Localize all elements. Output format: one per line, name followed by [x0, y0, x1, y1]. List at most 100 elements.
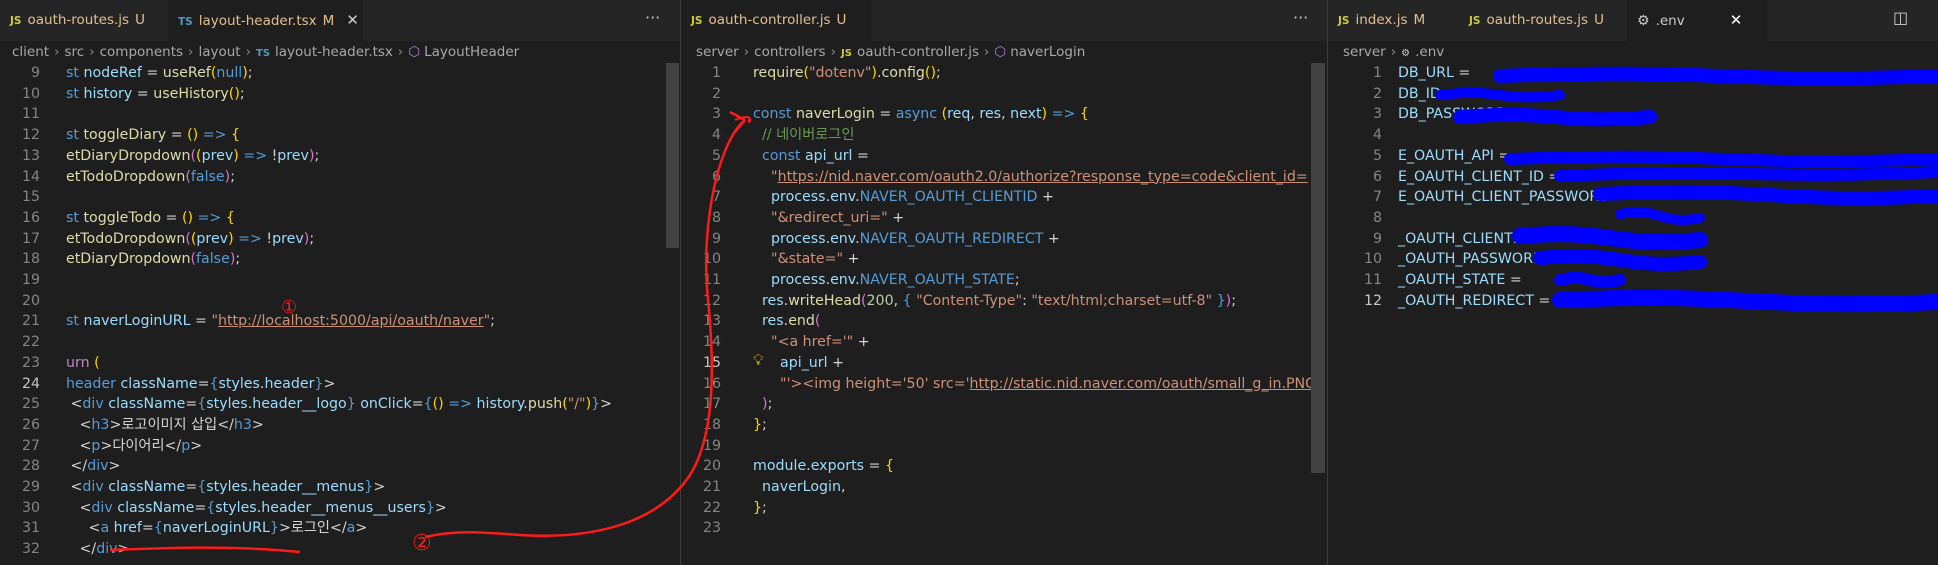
breadcrumb-item[interactable]: layout — [198, 44, 240, 60]
code-token: st — [66, 65, 84, 81]
breadcrumb-item[interactable]: oauth-controller.js — [857, 44, 979, 60]
code-token: } — [364, 479, 374, 495]
code-token: () — [924, 65, 936, 81]
breadcrumb-item[interactable]: naverLogin — [1010, 44, 1085, 60]
more-actions-icon[interactable]: ··· — [1293, 0, 1308, 41]
code-token: _OAUTH_STATE — [1398, 272, 1506, 288]
breadcrumb-item[interactable]: layout-header.tsx — [275, 44, 393, 60]
line-number: 5 — [711, 147, 721, 164]
tab-env[interactable]: ⚙ .env ✕ — [1627, 0, 1767, 41]
line-number: 15 — [702, 354, 721, 371]
code-token: header__menus__users — [261, 499, 426, 516]
line-number: 15 — [21, 189, 40, 206]
code-token: > — [117, 541, 130, 558]
lightbulb-icon[interactable]: 💡︎ — [753, 351, 764, 369]
tab-label: oauth-routes.js — [1486, 12, 1589, 28]
line-number: 16 — [21, 209, 40, 226]
line-number: 31 — [21, 520, 40, 537]
tab-index[interactable]: JS index.js M — [1328, 0, 1456, 41]
code-line: // 네이버로그인 — [753, 125, 854, 146]
breadcrumb-item[interactable]: LayoutHeader — [424, 44, 519, 60]
line-number: 23 — [21, 354, 40, 371]
split-editor-icon[interactable]: ◫ — [1893, 0, 1908, 41]
right-editor-group: JS index.js M JS oauth-routes.js U ⚙ .env ✕ ◫ … — [1328, 0, 1938, 565]
breadcrumb-item[interactable]: server — [696, 44, 739, 60]
scrollbar[interactable] — [1311, 63, 1325, 473]
more-actions-icon[interactable]: ··· — [645, 0, 660, 41]
code-token: => — [1047, 106, 1080, 123]
line-number: 18 — [702, 416, 721, 433]
code-line: E_OAUTH_API = — [1398, 146, 1515, 167]
code-token: = — [1543, 251, 1565, 268]
code-token: } — [753, 499, 763, 516]
line-number: 11 — [21, 106, 40, 123]
breadcrumb-item[interactable]: .env — [1415, 44, 1444, 60]
line-number: 20 — [702, 458, 721, 475]
breadcrumb-item[interactable]: controllers — [754, 44, 825, 60]
code-token: env — [830, 272, 856, 288]
code-line: _OAUTH_REDIRECT = — [1398, 291, 1555, 312]
code-token: } — [346, 396, 356, 413]
code-token: , — [840, 479, 846, 495]
tab-label: oauth-controller.js — [708, 12, 831, 28]
code-token: st — [66, 313, 84, 330]
code-token: nodeRef — [83, 65, 142, 81]
code-token: > — [108, 458, 121, 475]
code-token: ; — [309, 230, 315, 247]
line-number: 17 — [21, 230, 40, 247]
scrollbar[interactable] — [666, 63, 679, 248]
code-token: { — [423, 396, 433, 413]
code-token: 200 — [866, 292, 894, 309]
code-line: res.end( — [753, 311, 820, 332]
code-token: = — [141, 65, 163, 81]
breadcrumb-item[interactable]: server — [1343, 44, 1386, 60]
code-token: ; — [1014, 272, 1020, 288]
symbol-icon: ⬡ — [408, 44, 421, 60]
line-number: 14 — [21, 168, 40, 185]
code-token: , — [1001, 106, 1011, 123]
code-line: <div className={styles.header__menus}> — [66, 477, 386, 498]
code-token: = — [194, 499, 207, 516]
code-token: = — [185, 396, 198, 413]
tab-oauth-routes[interactable]: JS oauth-routes.js U — [1459, 0, 1624, 41]
left-editor-group: JS oauth-routes.js U TS layout-header.tsx M ✕… — [0, 0, 680, 565]
code-token: end — [788, 313, 815, 330]
breadcrumb-item[interactable]: components — [100, 44, 183, 60]
code-token: = — [1533, 292, 1555, 309]
code-token: className — [120, 375, 198, 392]
tab-oauth-controller[interactable]: JS oauth-controller.js U — [681, 0, 871, 41]
code-line: etTodoDropdown((prev) => !prev); — [66, 229, 314, 250]
code-token: header — [66, 375, 121, 392]
close-icon[interactable]: ✕ — [346, 11, 359, 29]
breadcrumb-item[interactable]: client — [12, 44, 49, 60]
code-token: { — [884, 458, 894, 475]
code-token: > — [323, 375, 336, 392]
breadcrumb-item[interactable]: src — [65, 44, 85, 60]
line-number: 10 — [1363, 251, 1382, 268]
code-token: header__menus — [252, 479, 365, 495]
code-line: E_OAUTH_CLIENT_ID = — [1398, 167, 1565, 188]
code-token: header — [264, 375, 315, 392]
code-token: = — [1440, 85, 1462, 102]
line-number: 11 — [1363, 272, 1382, 288]
javascript-file-icon: JS — [10, 15, 22, 27]
line-number: 21 — [21, 313, 40, 330]
code-token: _OAUTH_CLIENTID — [1398, 230, 1528, 247]
code-token: < — [66, 437, 92, 454]
code-token: > — [600, 396, 613, 413]
code-token: "/" — [567, 396, 586, 413]
gear-icon: ⚙ — [1401, 48, 1411, 59]
code-token: = — [161, 209, 182, 226]
close-icon[interactable]: ✕ — [1730, 11, 1743, 29]
code-token: NAVER_OAUTH_CLIENTID — [859, 189, 1038, 206]
middle-tab-bar: JS oauth-controller.js U ··· — [681, 0, 1327, 41]
tab-oauth-routes[interactable]: JS oauth-routes.js U — [0, 0, 165, 41]
code-token: + — [1037, 189, 1054, 206]
code-token: = — [141, 520, 154, 537]
code-token: ; — [490, 313, 495, 330]
code-token: { — [209, 375, 219, 392]
code-token: () — [432, 396, 444, 413]
code-token: "'><img height='50' src=' — [753, 375, 970, 392]
code-token: res — [753, 313, 784, 330]
tab-layout-header[interactable]: TS layout-header.tsx M ✕ — [168, 0, 363, 41]
